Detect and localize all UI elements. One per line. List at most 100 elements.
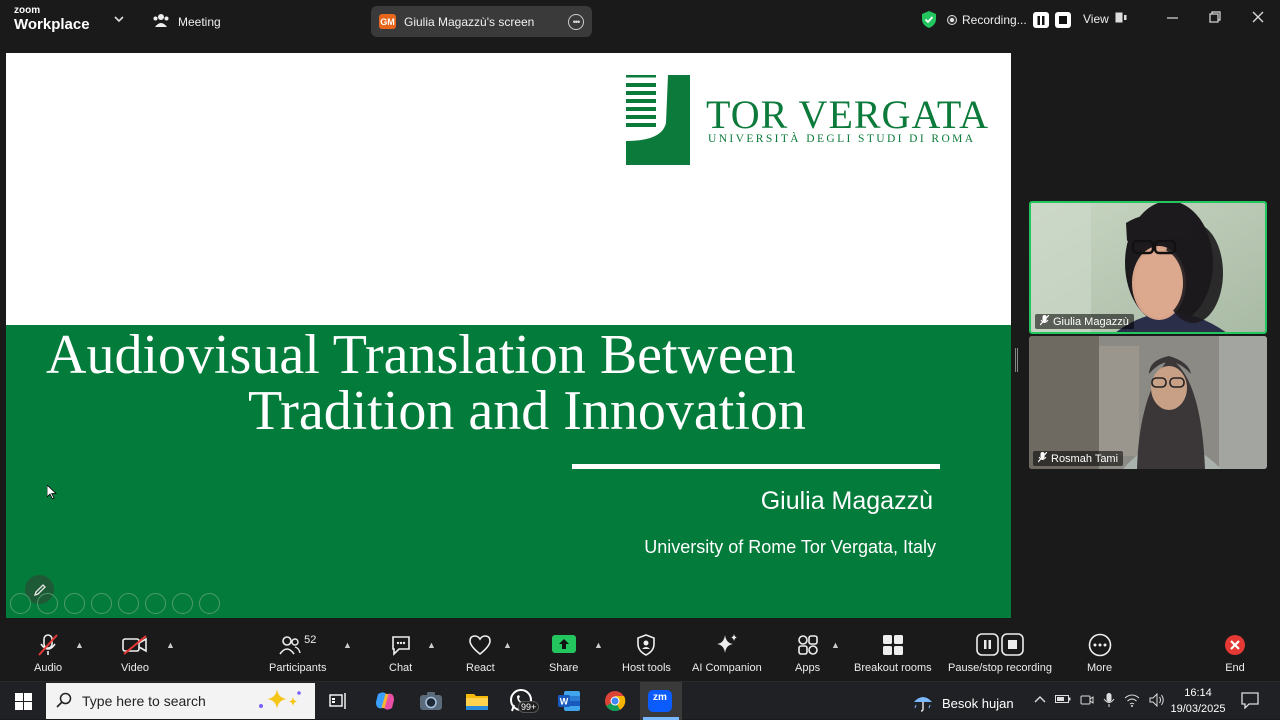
chat-icon bbox=[390, 632, 412, 658]
breakout-rooms-button[interactable]: Breakout rooms bbox=[854, 632, 932, 674]
recording-indicator[interactable]: Recording... bbox=[948, 12, 1071, 28]
minimize-icon[interactable] bbox=[1162, 10, 1182, 26]
logo-title: TOR VERGATA bbox=[706, 92, 990, 137]
volume-icon[interactable] bbox=[1149, 692, 1165, 710]
system-clock[interactable]: 16:14 19/03/2025 bbox=[1166, 685, 1230, 717]
copilot-icon[interactable] bbox=[373, 689, 397, 713]
file-explorer-icon[interactable] bbox=[465, 689, 489, 713]
search-highlight-icon bbox=[253, 687, 305, 716]
participants-options-chevron-icon[interactable]: ▲ bbox=[343, 640, 352, 650]
taskbar-search-input[interactable]: Type here to search bbox=[46, 683, 315, 719]
notification-center-icon[interactable] bbox=[1241, 692, 1259, 714]
video-off-icon bbox=[122, 632, 148, 658]
pause-stop-icon bbox=[976, 632, 1024, 658]
previous-slide-icon[interactable] bbox=[10, 593, 31, 614]
shared-screen-label: Giulia Magazzù's screen bbox=[404, 14, 535, 29]
apps-icon bbox=[797, 632, 819, 658]
tray-chevron-icon[interactable] bbox=[1034, 693, 1046, 710]
weather-widget[interactable]: Besok hujan bbox=[912, 692, 1014, 715]
share-button[interactable]: Share bbox=[549, 632, 578, 674]
video-options-chevron-icon[interactable]: ▲ bbox=[166, 640, 175, 650]
video-label: Video bbox=[121, 662, 149, 674]
word-icon[interactable]: W bbox=[557, 689, 581, 713]
react-button[interactable]: React bbox=[466, 632, 495, 674]
host-shield-icon bbox=[636, 632, 656, 658]
draw-icon[interactable] bbox=[64, 593, 85, 614]
panel-resize-handle[interactable] bbox=[1015, 348, 1018, 372]
meeting-icon bbox=[152, 12, 170, 31]
ai-companion-button[interactable]: AI Companion bbox=[692, 632, 762, 674]
apps-options-chevron-icon[interactable]: ▲ bbox=[831, 640, 840, 650]
slide-grid-icon[interactable] bbox=[91, 593, 112, 614]
slide-affiliation: University of Rome Tor Vergata, Italy bbox=[644, 537, 936, 557]
end-meeting-button[interactable]: End bbox=[1224, 632, 1246, 674]
slide-title-line-1: Audiovisual Translation Between bbox=[46, 324, 796, 386]
breakout-grid-icon bbox=[882, 632, 904, 658]
subtitles-icon[interactable] bbox=[145, 593, 166, 614]
host-tools-button[interactable]: Host tools bbox=[622, 632, 671, 674]
meet-now-icon[interactable] bbox=[1080, 693, 1094, 710]
chevron-down-icon[interactable] bbox=[114, 12, 124, 26]
svg-text:W: W bbox=[560, 697, 569, 707]
title-bar: zoom Workplace Meeting GM Giulia Magazzù… bbox=[0, 0, 1280, 42]
pause-stop-recording-button[interactable]: Pause/stop recording bbox=[948, 632, 1052, 674]
windows-start-icon[interactable] bbox=[11, 689, 35, 713]
slide-author: Giulia Magazzù bbox=[760, 487, 933, 515]
ai-companion-label: AI Companion bbox=[692, 662, 762, 674]
apps-button[interactable]: Apps bbox=[795, 632, 820, 674]
breakout-rooms-label: Breakout rooms bbox=[854, 662, 932, 674]
next-slide-icon[interactable] bbox=[37, 593, 58, 614]
logo-subtitle: UNIVERSITÀ DEGLI STUDI DI ROMA bbox=[708, 133, 976, 145]
stop-recording-icon[interactable] bbox=[1054, 12, 1071, 28]
hide-video-icon[interactable] bbox=[172, 593, 193, 614]
participant-name-badge: Rosmah Tami bbox=[1033, 451, 1124, 466]
close-window-icon[interactable] bbox=[1248, 10, 1268, 26]
meeting-button[interactable]: Meeting bbox=[152, 12, 221, 31]
presenter-avatar: GM bbox=[379, 14, 396, 29]
whatsapp-icon[interactable]: 99+ bbox=[510, 689, 540, 713]
share-label: Share bbox=[549, 662, 579, 674]
zoom-slide-icon[interactable] bbox=[118, 593, 139, 614]
muted-mic-icon bbox=[1039, 314, 1050, 328]
more-slide-options-icon[interactable] bbox=[199, 593, 220, 614]
participants-button[interactable]: 52 Participants bbox=[269, 632, 326, 674]
audio-options-chevron-icon[interactable]: ▲ bbox=[75, 640, 84, 650]
zoom-app-icon[interactable]: zm bbox=[648, 689, 672, 713]
microphone-tray-icon[interactable] bbox=[1103, 693, 1115, 710]
zoom-workplace-logo: zoom Workplace bbox=[14, 5, 90, 33]
camera-app-icon[interactable] bbox=[419, 689, 443, 713]
task-view-icon[interactable] bbox=[326, 689, 350, 713]
participant-video-icon bbox=[1029, 336, 1267, 469]
battery-icon[interactable] bbox=[1055, 693, 1071, 710]
end-call-icon bbox=[1224, 632, 1246, 658]
more-button[interactable]: More bbox=[1087, 632, 1112, 674]
more-options-icon[interactable]: ••• bbox=[568, 13, 584, 30]
video-tile-rosmah[interactable]: Rosmah Tami bbox=[1029, 336, 1267, 469]
video-button[interactable]: Video bbox=[121, 632, 149, 674]
host-tools-label: Host tools bbox=[622, 662, 671, 674]
share-options-chevron-icon[interactable]: ▲ bbox=[594, 640, 603, 650]
brand-top: zoom bbox=[14, 5, 41, 16]
wifi-icon[interactable] bbox=[1124, 693, 1140, 710]
recording-label: Recording... bbox=[962, 13, 1027, 27]
security-shield-icon[interactable] bbox=[921, 11, 937, 33]
meeting-label: Meeting bbox=[178, 14, 221, 29]
brand-bottom: Workplace bbox=[14, 16, 90, 33]
chat-label: Chat bbox=[389, 662, 413, 674]
slide-divider bbox=[572, 464, 940, 469]
view-button[interactable]: View bbox=[1083, 12, 1127, 26]
heart-icon bbox=[468, 632, 492, 658]
chat-button[interactable]: Chat bbox=[389, 632, 412, 674]
whatsapp-badge: 99+ bbox=[518, 701, 540, 713]
restore-icon[interactable] bbox=[1205, 10, 1225, 26]
chat-options-chevron-icon[interactable]: ▲ bbox=[427, 640, 436, 650]
audio-button[interactable]: Audio bbox=[34, 632, 62, 674]
view-label: View bbox=[1083, 12, 1109, 26]
apps-label: Apps bbox=[795, 662, 821, 674]
pause-recording-icon[interactable] bbox=[1032, 12, 1049, 28]
chrome-icon[interactable] bbox=[603, 689, 627, 713]
shared-screen-pill[interactable]: GM Giulia Magazzù's screen ••• bbox=[371, 6, 592, 37]
video-tile-giulia[interactable]: Giulia Magazzù bbox=[1029, 201, 1267, 334]
weather-label: Besok hujan bbox=[942, 696, 1014, 711]
react-options-chevron-icon[interactable]: ▲ bbox=[503, 640, 512, 650]
